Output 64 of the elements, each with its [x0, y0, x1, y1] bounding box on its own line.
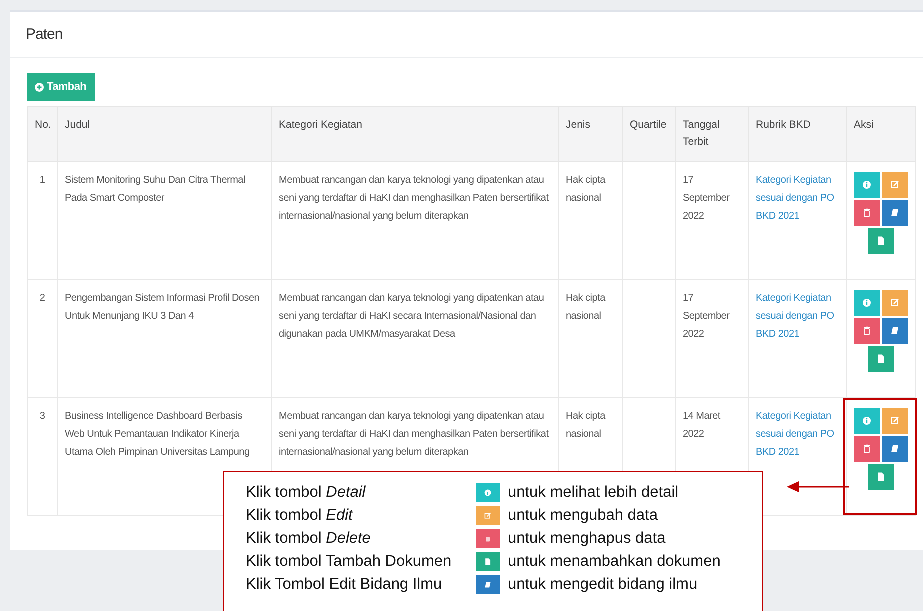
edit-button[interactable]	[882, 408, 908, 434]
document-icon	[876, 354, 886, 364]
pointer-arrow	[787, 481, 849, 493]
edit-icon	[890, 180, 900, 190]
trash-icon	[862, 444, 872, 454]
legend-text: untuk menambahkan dokumen	[508, 552, 722, 570]
edit-icon	[890, 298, 900, 308]
info-icon	[476, 483, 500, 502]
delete-button[interactable]	[854, 200, 880, 226]
plus-icon	[35, 82, 44, 92]
table-cell: Hak cipta nasional	[558, 280, 622, 398]
table-cell: Hak cipta nasional	[558, 162, 622, 280]
table-cell: 3	[28, 398, 58, 516]
column-header: Kategori Kegiatan	[272, 106, 558, 162]
table-cell: Membuat rancangan dan karya teknologi yang dipatenkan atau seni yang terdaftar di HaKI dan menghasilkan Paten bersertifikat internasional/nasional yang belum diterapkan	[272, 162, 558, 280]
delete-button[interactable]	[854, 436, 880, 462]
detail-button[interactable]	[854, 408, 880, 434]
book-icon	[890, 208, 900, 218]
table-cell: 1	[28, 162, 58, 280]
edit-icon	[476, 506, 500, 525]
add-document-button[interactable]	[868, 346, 894, 372]
table-cell: Sistem Monitoring Suhu Dan Citra Thermal Pada Smart Composter	[58, 162, 272, 280]
trash-icon	[862, 326, 872, 336]
legend-label: Klik Tombol Edit Bidang Ilmu	[246, 576, 444, 594]
edit-icon	[890, 416, 900, 426]
column-header: Jenis	[558, 106, 622, 162]
add-document-button[interactable]	[868, 228, 894, 254]
table-cell: 2	[28, 280, 58, 398]
info-icon	[862, 180, 872, 190]
detail-button[interactable]	[854, 290, 880, 316]
legend-label: Klik tombol Delete	[246, 530, 372, 548]
column-header: Judul	[58, 106, 272, 162]
info-icon	[862, 298, 872, 308]
book-icon	[476, 575, 500, 594]
detail-button[interactable]	[854, 172, 880, 198]
legend-text: untuk menghapus data	[508, 530, 667, 548]
table-cell: 17 September 2022	[676, 162, 748, 280]
document-icon	[876, 236, 886, 246]
table-cell: 17 September 2022	[676, 280, 748, 398]
add-button[interactable]: Tambah	[27, 73, 95, 101]
edit-button[interactable]	[882, 172, 908, 198]
trash-icon	[862, 208, 872, 218]
edit-field-button[interactable]	[882, 318, 908, 344]
legend-text: untuk mengedit bidang ilmu	[508, 576, 699, 594]
add-document-button[interactable]	[868, 464, 894, 490]
delete-button[interactable]	[854, 318, 880, 344]
document-icon	[476, 552, 500, 571]
column-header: Rubrik BKD	[748, 106, 846, 162]
edit-button[interactable]	[882, 290, 908, 316]
info-icon	[862, 416, 872, 426]
edit-field-button[interactable]	[882, 200, 908, 226]
trash-icon	[476, 529, 500, 548]
column-header: Tanggal Terbit	[676, 106, 748, 162]
table-cell: Membuat rancangan dan karya teknologi yang dipatenkan atau seni yang terdaftar di HaKI secara Internasional/Nasional dan digunakan pada UMKM/masyarakat Desa	[272, 280, 558, 398]
document-icon	[876, 472, 886, 482]
legend-label: Klik tombol Tambah Dokumen	[246, 552, 453, 570]
column-header: Aksi	[846, 106, 916, 162]
table-cell: Pengembangan Sistem Informasi Profil Dosen Untuk Menunjang IKU 3 Dan 4	[58, 280, 272, 398]
book-icon	[890, 444, 900, 454]
column-header: No.	[28, 106, 58, 162]
panel-title: Paten	[26, 26, 63, 43]
column-header: Quartile	[622, 106, 676, 162]
book-icon	[890, 326, 900, 336]
edit-field-button[interactable]	[882, 436, 908, 462]
